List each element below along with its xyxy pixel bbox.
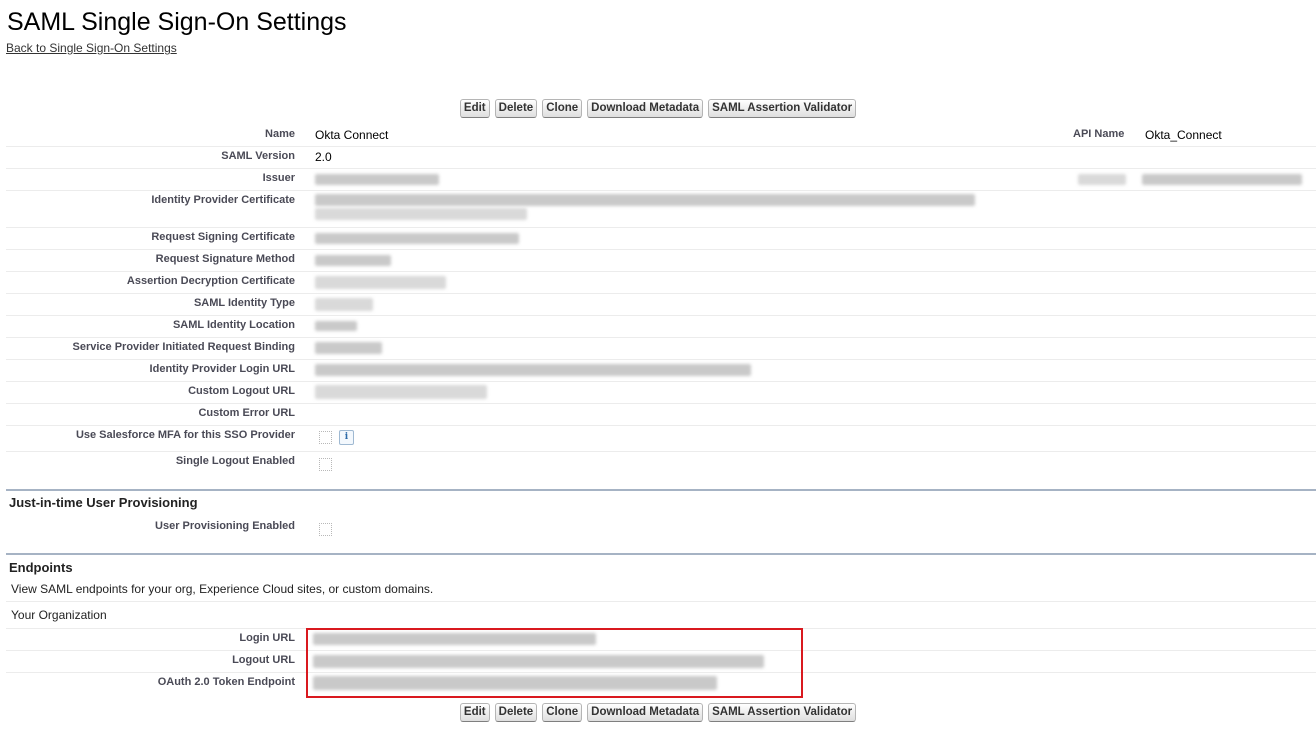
single-logout-label: Single Logout Enabled bbox=[175, 455, 295, 467]
login-url-label: Login URL bbox=[239, 632, 295, 644]
sp-request-binding-row: Service Provider Initiated Request Bindi… bbox=[6, 337, 1316, 360]
request-signature-method-row: Request Signature Method bbox=[6, 249, 1316, 272]
custom-logout-url-value-redacted bbox=[315, 385, 487, 399]
idp-certificate-value-redacted bbox=[315, 194, 975, 206]
page-title: SAML Single Sign-On Settings bbox=[7, 8, 347, 36]
top-button-row: Edit Delete Clone Download Metadata SAML… bbox=[0, 99, 1316, 118]
saml-identity-location-row: SAML Identity Location bbox=[6, 315, 1316, 338]
endpoints-description-row: View SAML endpoints for your org, Experi… bbox=[6, 577, 1316, 602]
idp-certificate-value-redacted-line2 bbox=[315, 208, 527, 220]
user-provisioning-row: User Provisioning Enabled bbox=[6, 516, 1316, 542]
request-signature-method-label: Request Signature Method bbox=[155, 253, 295, 265]
bottom-button-row: Edit Delete Clone Download Metadata SAML… bbox=[0, 703, 1316, 722]
your-organization-heading: Your Organization bbox=[11, 608, 107, 622]
saml-identity-type-value-redacted bbox=[315, 298, 373, 311]
name-row: Name Okta Connect API Name Okta_Connect bbox=[6, 124, 1316, 147]
saml-identity-location-value-redacted bbox=[315, 321, 357, 331]
issuer-side-label-redacted bbox=[1078, 174, 1126, 185]
custom-logout-url-row: Custom Logout URL bbox=[6, 381, 1316, 404]
issuer-label: Issuer bbox=[262, 172, 295, 184]
idp-login-url-value-redacted bbox=[315, 364, 751, 376]
endpoints-section-divider bbox=[6, 553, 1316, 555]
download-metadata-button[interactable]: Download Metadata bbox=[587, 99, 704, 118]
idp-login-url-row: Identity Provider Login URL bbox=[6, 359, 1316, 382]
idp-certificate-row: Identity Provider Certificate bbox=[6, 190, 1316, 228]
back-to-sso-settings-link[interactable]: Back to Single Sign-On Settings bbox=[6, 41, 177, 55]
your-organization-row: Your Organization bbox=[6, 602, 1316, 629]
name-label: Name bbox=[265, 128, 295, 140]
assertion-decryption-label: Assertion Decryption Certificate bbox=[126, 275, 295, 287]
saml-assertion-validator-button[interactable]: SAML Assertion Validator bbox=[708, 99, 857, 118]
assertion-decryption-value-redacted bbox=[315, 276, 446, 289]
api-name-value: Okta_Connect bbox=[1145, 128, 1222, 142]
idp-certificate-label: Identity Provider Certificate bbox=[151, 194, 295, 206]
request-signing-cert-value-redacted bbox=[315, 233, 519, 244]
jit-section-divider bbox=[6, 489, 1316, 491]
download-metadata-button-bottom[interactable]: Download Metadata bbox=[587, 703, 704, 722]
delete-button[interactable]: Delete bbox=[494, 99, 538, 118]
logout-url-label: Logout URL bbox=[232, 654, 295, 666]
api-name-label: API Name bbox=[1073, 128, 1125, 140]
oauth-token-endpoint-label: OAuth 2.0 Token Endpoint bbox=[157, 676, 295, 688]
mfa-label: Use Salesforce MFA for this SSO Provider bbox=[75, 429, 295, 441]
saml-version-row: SAML Version 2.0 bbox=[6, 146, 1316, 169]
user-provisioning-label: User Provisioning Enabled bbox=[155, 520, 295, 532]
jit-section-title: Just-in-time User Provisioning bbox=[9, 495, 198, 510]
edit-button-bottom[interactable]: Edit bbox=[459, 703, 490, 722]
endpoints-highlight-box bbox=[306, 628, 803, 698]
saml-identity-type-row: SAML Identity Type bbox=[6, 293, 1316, 316]
saml-version-value: 2.0 bbox=[315, 150, 332, 164]
single-logout-checkbox bbox=[319, 458, 332, 471]
issuer-row: Issuer bbox=[6, 168, 1316, 191]
edit-button[interactable]: Edit bbox=[459, 99, 490, 118]
custom-error-url-label: Custom Error URL bbox=[198, 407, 295, 419]
sp-request-binding-value-redacted bbox=[315, 342, 382, 354]
info-icon[interactable]: i bbox=[339, 430, 354, 445]
request-signature-method-value-redacted bbox=[315, 255, 391, 266]
sp-request-binding-label: Service Provider Initiated Request Bindi… bbox=[72, 341, 296, 353]
issuer-value-redacted bbox=[315, 174, 439, 185]
assertion-decryption-row: Assertion Decryption Certificate bbox=[6, 271, 1316, 294]
saml-assertion-validator-button-bottom[interactable]: SAML Assertion Validator bbox=[708, 703, 857, 722]
custom-logout-url-label: Custom Logout URL bbox=[188, 385, 295, 397]
mfa-row: Use Salesforce MFA for this SSO Provider… bbox=[6, 425, 1316, 452]
clone-button-bottom[interactable]: Clone bbox=[542, 703, 583, 722]
saml-identity-type-label: SAML Identity Type bbox=[193, 297, 295, 309]
custom-error-url-row: Custom Error URL bbox=[6, 403, 1316, 426]
issuer-side-value-redacted bbox=[1142, 174, 1302, 185]
request-signing-cert-row: Request Signing Certificate bbox=[6, 227, 1316, 250]
endpoints-section-title: Endpoints bbox=[9, 560, 73, 575]
saml-identity-location-label: SAML Identity Location bbox=[172, 319, 295, 331]
saml-version-label: SAML Version bbox=[221, 150, 295, 162]
delete-button-bottom[interactable]: Delete bbox=[494, 703, 538, 722]
idp-login-url-label: Identity Provider Login URL bbox=[149, 363, 295, 375]
mfa-checkbox bbox=[319, 431, 332, 444]
clone-button[interactable]: Clone bbox=[542, 99, 583, 118]
endpoints-description: View SAML endpoints for your org, Experi… bbox=[11, 582, 434, 596]
name-value: Okta Connect bbox=[315, 128, 389, 142]
request-signing-cert-label: Request Signing Certificate bbox=[151, 231, 295, 243]
single-logout-row: Single Logout Enabled bbox=[6, 451, 1316, 477]
user-provisioning-checkbox bbox=[319, 523, 332, 536]
